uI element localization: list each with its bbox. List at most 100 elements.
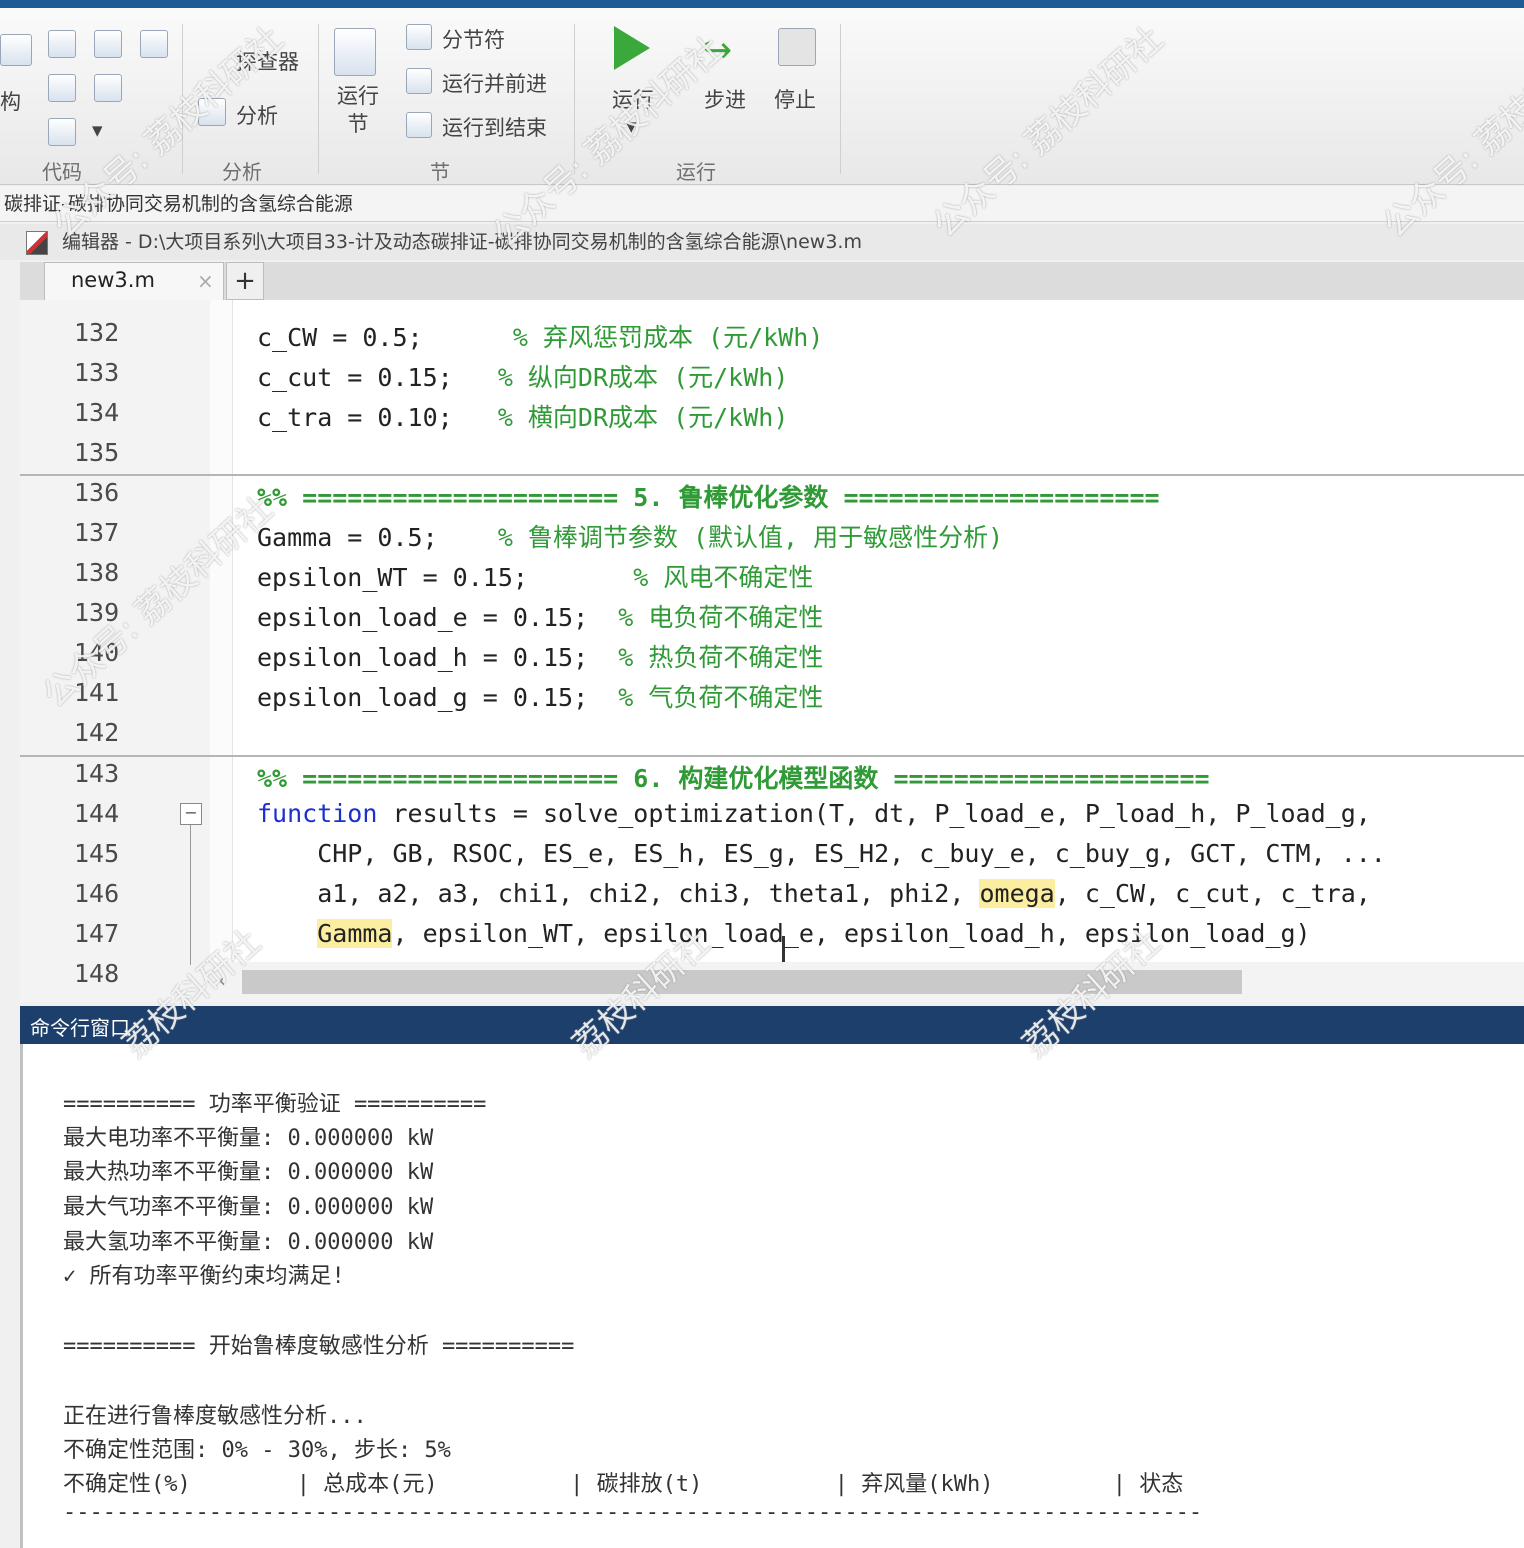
line-number: 139	[74, 598, 120, 627]
code-line[interactable]: 145 CHP, GB, RSOC, ES_e, ES_h, ES_g, ES_…	[20, 837, 1524, 877]
explorer-button[interactable]: 探查器	[236, 46, 299, 76]
line-number: 141	[74, 678, 120, 707]
editor-titlebar: 编辑器 - D:\大项目系列\大项目33-计及动态碳排证-碳排协同交易机制的含氢…	[0, 224, 1524, 260]
line-number: 134	[74, 398, 120, 427]
increase-indent-icon[interactable]	[94, 74, 122, 102]
code-text: CHP, GB, RSOC, ES_e, ES_h, ES_g, ES_H2, …	[257, 839, 1386, 868]
line-number: 136	[74, 478, 120, 507]
line-number: 137	[74, 518, 120, 547]
new-tab-button[interactable]: +	[226, 262, 264, 300]
code-text: epsilon_load_h = 0.15;	[257, 643, 619, 672]
run-advance-icon[interactable]	[406, 68, 432, 94]
code-comment: % 电负荷不确定性	[618, 603, 824, 632]
code-text: c_CW = 0.5;	[257, 323, 513, 352]
section-break-button[interactable]: 分节符	[442, 24, 505, 54]
code-text: epsilon_WT = 0.15;	[257, 563, 634, 592]
code-text: Gamma = 0.5;	[257, 523, 498, 552]
code-line[interactable]: 133 c_cut = 0.15; % 纵向DR成本 (元/kWh)	[20, 356, 1524, 396]
code-line[interactable]: 146 a1, a2, a3, chi1, chi2, chi3, theta1…	[20, 877, 1524, 917]
smart-indent-icon[interactable]	[48, 118, 76, 146]
run-button[interactable]: 运行	[612, 84, 654, 114]
ribbon-separator	[840, 24, 841, 174]
section-break-icon[interactable]	[406, 24, 432, 50]
code-line[interactable]: 134 c_tra = 0.10; % 横向DR成本 (元/kWh)	[20, 396, 1524, 436]
command-window[interactable]: ========== 功率平衡验证 ========== 最大电功率不平衡量: …	[20, 1044, 1524, 1548]
group-section-label: 节	[430, 160, 450, 184]
comment-icon[interactable]	[48, 30, 76, 58]
code-comment: % 风电不确定性	[633, 563, 814, 592]
command-output-line: 最大氢功率不平衡量: 0.000000 kW	[63, 1230, 434, 1255]
code-comment: % 热负荷不确定性	[618, 643, 824, 672]
run-section-icon[interactable]	[334, 28, 376, 76]
refactor-icon[interactable]	[0, 34, 32, 66]
uncomment-icon[interactable]	[140, 30, 168, 58]
command-output-line: 最大热功率不平衡量: 0.000000 kW	[63, 1160, 434, 1185]
highlighted-variable: Gamma	[317, 919, 393, 948]
code-line[interactable]: 135	[20, 436, 1524, 476]
breadcrumb[interactable]: 碳排证-碳排协同交易机制的含氢综合能源	[0, 186, 1524, 222]
highlighted-variable: omega	[979, 879, 1055, 908]
code-text: epsilon_load_g = 0.15;	[257, 683, 619, 712]
wrap-comment-icon[interactable]	[94, 30, 122, 58]
code-line[interactable]: 140 epsilon_load_h = 0.15; % 热负荷不确定性	[20, 636, 1524, 676]
code-text: c_cut = 0.15;	[257, 363, 498, 392]
command-output-line: 最大电功率不平衡量: 0.000000 kW	[63, 1126, 434, 1151]
tab-new3[interactable]: new3.m ×	[44, 262, 224, 300]
run-play-icon[interactable]	[614, 26, 650, 70]
line-number: 143	[74, 759, 120, 788]
code-line[interactable]: 142	[20, 716, 1524, 756]
line-number: 144	[74, 799, 120, 828]
code-editor[interactable]: 132 c_CW = 0.5; % 弃风惩罚成本 (元/kWh) 133 c_c…	[20, 300, 1524, 1002]
command-output-line: 不确定性范围: 0% - 30%, 步长: 5%	[63, 1438, 451, 1463]
command-output-line: ----------------------------------------…	[63, 1500, 1203, 1525]
scrollbar-thumb[interactable]	[242, 970, 1242, 994]
code-comment: % 气负荷不确定性	[618, 683, 824, 712]
step-arrow-icon[interactable]: ↪	[702, 30, 732, 71]
stop-icon[interactable]	[778, 28, 816, 66]
ribbon-separator	[182, 24, 183, 174]
code-line[interactable]: 136 %% ===================== 5. 鲁棒优化参数 =…	[20, 476, 1524, 516]
group-analyze-label: 分析	[222, 160, 262, 184]
code-line[interactable]: 143 %% ===================== 6. 构建优化模型函数…	[20, 757, 1524, 797]
ribbon-separator	[574, 24, 575, 174]
struct-label: 构	[0, 90, 21, 114]
editor-pencil-icon	[26, 231, 48, 255]
group-run-label: 运行	[676, 160, 716, 184]
line-number: 132	[74, 318, 120, 347]
step-button[interactable]: 步进	[704, 84, 746, 114]
horizontal-scrollbar[interactable]: ‹	[210, 962, 1524, 1002]
run-to-end-icon[interactable]	[406, 112, 432, 138]
code-line[interactable]: 144 − function results = solve_optimizat…	[20, 797, 1524, 837]
analyze-button[interactable]: 分析	[236, 100, 278, 130]
line-number: 146	[74, 879, 120, 908]
indent-icon[interactable]	[48, 74, 76, 102]
command-output-line: ✓ 所有功率平衡约束均满足!	[63, 1264, 345, 1289]
code-line[interactable]: 138 epsilon_WT = 0.15; % 风电不确定性	[20, 556, 1524, 596]
run-to-end-button[interactable]: 运行到结束	[442, 112, 547, 142]
line-number: 133	[74, 358, 120, 387]
code-text: results = solve_optimization(T, dt, P_lo…	[377, 799, 1371, 828]
code-line[interactable]: 132 c_CW = 0.5; % 弃风惩罚成本 (元/kWh)	[20, 316, 1524, 356]
code-text: epsilon_load_e = 0.15;	[257, 603, 619, 632]
line-number: 147	[74, 919, 120, 948]
run-and-advance-button[interactable]: 运行并前进	[442, 68, 547, 98]
stop-button[interactable]: 停止	[774, 84, 816, 114]
code-text: , c_CW, c_cut, c_tra,	[1054, 879, 1371, 908]
line-number: 142	[74, 718, 120, 747]
fold-collapse-icon[interactable]: −	[180, 803, 202, 825]
command-output-line: ========== 开始鲁棒度敏感性分析 ==========	[63, 1334, 575, 1359]
run-section-button[interactable]: 运行节	[336, 82, 380, 138]
code-line[interactable]: 147 Gamma, epsilon_WT, epsilon_load_e, e…	[20, 917, 1524, 957]
line-number: 138	[74, 558, 120, 587]
code-line[interactable]: 139 epsilon_load_e = 0.15; % 电负荷不确定性	[20, 596, 1524, 636]
command-window-titlebar: 命令行窗口	[20, 1006, 1524, 1044]
code-line[interactable]: 141 epsilon_load_g = 0.15; % 气负荷不确定性	[20, 676, 1524, 716]
code-line[interactable]: 137 Gamma = 0.5; % 鲁棒调节参数 (默认值, 用于敏感性分析)	[20, 516, 1524, 556]
dropdown-caret-icon[interactable]: ▾	[92, 118, 103, 142]
title-strip	[0, 0, 1524, 8]
tab-close-icon[interactable]: ×	[197, 269, 214, 293]
run-dropdown-icon[interactable]: ▾	[626, 114, 637, 138]
scroll-left-icon[interactable]: ‹	[218, 968, 226, 992]
analyze-icon[interactable]	[198, 98, 226, 126]
code-text: , epsilon_WT, epsilon_load_e, epsilon_lo…	[392, 919, 1311, 948]
